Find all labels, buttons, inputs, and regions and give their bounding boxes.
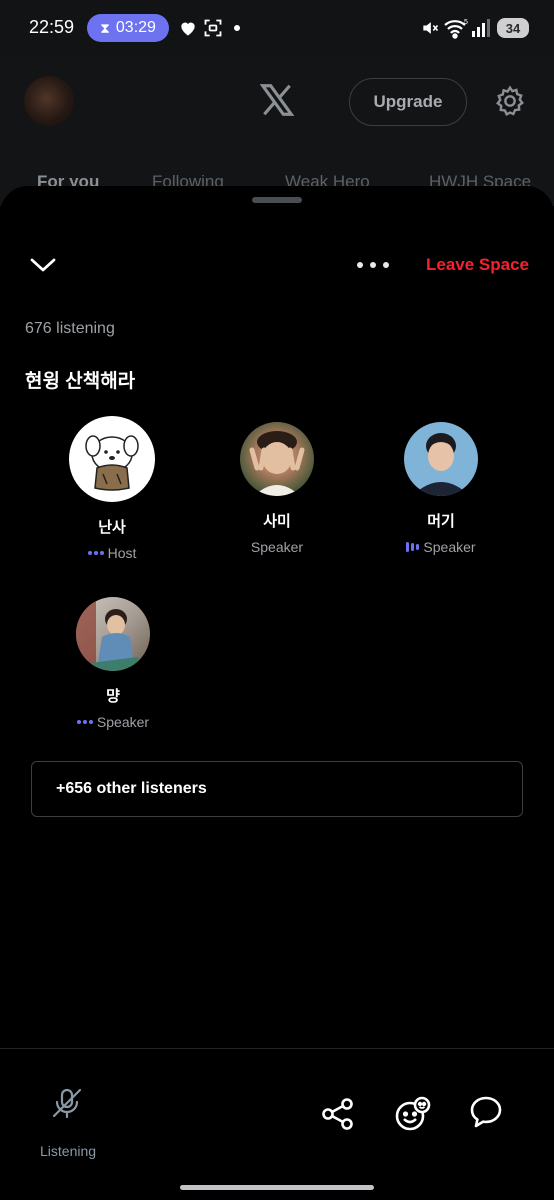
- role-label: Host: [107, 545, 137, 561]
- participant-name: 먕: [106, 688, 120, 705]
- mute-icon: [423, 22, 439, 34]
- speaking-dots-icon: [87, 551, 104, 555]
- speaking-dots-icon: [76, 720, 93, 724]
- role-label: Speaker: [423, 539, 476, 555]
- leave-space-button[interactable]: Leave Space: [426, 255, 529, 275]
- participant-role: Speaker: [43, 714, 183, 730]
- emoji-reaction-icon[interactable]: [393, 1094, 433, 1134]
- gear-icon[interactable]: [494, 85, 526, 117]
- share-icon[interactable]: [320, 1096, 356, 1132]
- photo-avatar-icon: [412, 433, 470, 496]
- hourglass-icon: ⧗: [100, 19, 110, 36]
- more-options-button[interactable]: [357, 259, 389, 271]
- participant-role: Speaker: [371, 539, 511, 555]
- other-listeners-button[interactable]: +656 other listeners: [31, 761, 523, 817]
- photo-avatar-icon: [76, 597, 142, 671]
- scan-icon: [204, 19, 222, 37]
- participant-name: 난사: [98, 519, 126, 536]
- role-label: Speaker: [96, 714, 150, 730]
- heart-icon: [181, 22, 195, 36]
- avatar: [76, 597, 150, 671]
- signal-icon: [472, 19, 490, 37]
- more-icon-dot: [357, 262, 363, 268]
- notification-dot-icon: [234, 25, 240, 31]
- timer-value: 03:29: [115, 19, 156, 36]
- participant-speaker[interactable]: 사미 Speaker: [207, 422, 347, 555]
- dog-drawing-icon: [85, 435, 139, 491]
- role-label: Speaker: [250, 539, 304, 555]
- battery-indicator: 34: [497, 18, 529, 38]
- listening-count: 676 listening: [25, 320, 115, 337]
- participant-speaker[interactable]: 머기 Speaker: [371, 422, 511, 555]
- participant-name: 머기: [427, 513, 455, 530]
- status-time: 22:59: [29, 17, 75, 37]
- home-indicator[interactable]: [180, 1185, 374, 1190]
- avatar: [404, 422, 478, 496]
- avatar: [240, 422, 314, 496]
- participant-role: Host: [42, 545, 182, 561]
- more-icon-dot: [383, 262, 389, 268]
- mic-status-label: Listening: [40, 1143, 97, 1159]
- upgrade-button[interactable]: Upgrade: [349, 78, 467, 126]
- wifi-icon: 5: [444, 19, 468, 39]
- status-bar: 22:59 ⧗ 03:29 5 34: [0, 0, 554, 56]
- profile-avatar[interactable]: [24, 76, 74, 126]
- wifi-badge: 5: [464, 19, 468, 26]
- chevron-down-icon[interactable]: [29, 256, 57, 274]
- photo-avatar-icon: [249, 431, 305, 496]
- background-header: Upgrade For you Following Weak Hero HWJH…: [0, 56, 554, 206]
- avatar: [69, 416, 155, 502]
- chat-bubble-icon[interactable]: [468, 1094, 504, 1130]
- participant-name: 사미: [263, 513, 291, 530]
- more-icon-dot: [370, 262, 376, 268]
- x-logo-icon: [259, 84, 295, 116]
- participant-host[interactable]: 난사 Host: [42, 416, 182, 561]
- sheet-drag-handle[interactable]: [252, 197, 302, 203]
- space-title: 현윙 산책해라: [25, 371, 136, 392]
- participant-speaker[interactable]: 먕 Speaker: [43, 597, 183, 730]
- speaking-bars-icon: [406, 542, 420, 552]
- timer-chip[interactable]: ⧗ 03:29: [87, 14, 169, 42]
- space-sheet: Leave Space 676 listening 현윙 산책해라 난사 Hos…: [0, 186, 554, 1200]
- mic-off-icon[interactable]: [50, 1086, 84, 1120]
- participant-role: Speaker: [207, 539, 347, 555]
- bottom-divider: [0, 1048, 554, 1049]
